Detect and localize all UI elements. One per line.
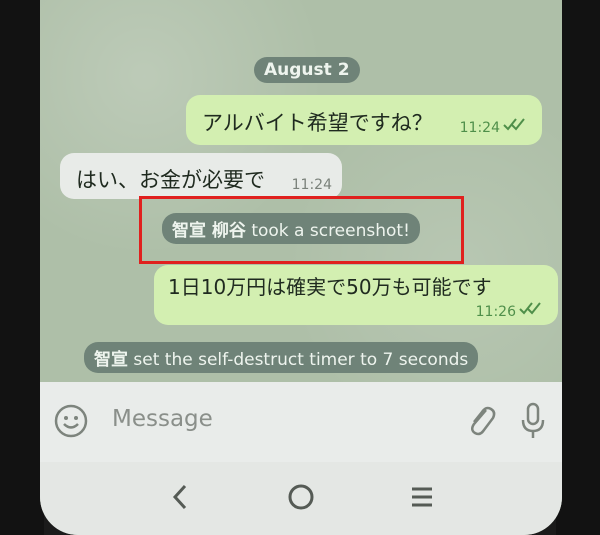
service-message-timer: 智宣 set the self-destruct timer to 7 seco…	[84, 342, 479, 373]
message-time: 11:24	[291, 177, 332, 193]
microphone-icon[interactable]	[516, 400, 550, 442]
service-message-user: 智宣	[94, 350, 128, 370]
message-bubble-outgoing[interactable]: アルバイト希望ですね？ 11:24	[186, 95, 542, 145]
date-separator: August 2	[254, 57, 360, 83]
recent-apps-icon[interactable]	[410, 484, 434, 510]
circle-home-icon[interactable]	[286, 482, 316, 512]
message-composer: Message	[40, 382, 562, 462]
chat-area[interactable]: August 2 アルバイト希望ですね？ 11:24 はい、お金が必要で 11:…	[40, 0, 562, 382]
message-bubble-incoming[interactable]: はい、お金が必要で 11:24	[60, 153, 342, 199]
message-text: 1日10万円は確実で50万も可能です	[168, 275, 492, 299]
service-message-action: set the self-destruct timer to 7 seconds	[133, 350, 469, 370]
message-time: 11:24	[459, 120, 500, 136]
double-check-icon	[518, 300, 544, 320]
paperclip-icon[interactable]	[464, 400, 498, 442]
chevron-left-icon[interactable]	[168, 480, 192, 514]
message-text: アルバイト希望ですね？	[202, 111, 433, 135]
phone-screen: August 2 アルバイト希望ですね？ 11:24 はい、お金が必要で 11:…	[40, 0, 562, 535]
message-text: はい、お金が必要で	[76, 168, 265, 192]
message-input[interactable]: Message	[112, 406, 213, 432]
smiley-icon[interactable]	[52, 402, 90, 440]
message-time: 11:26	[475, 304, 516, 320]
phone-bezel-right	[556, 0, 600, 535]
highlight-box	[139, 196, 464, 264]
double-check-icon	[502, 116, 528, 136]
phone-bezel-left	[0, 0, 44, 535]
system-navigation-bar	[40, 462, 562, 535]
message-bubble-outgoing[interactable]: 1日10万円は確実で50万も可能です 11:26	[154, 265, 558, 325]
